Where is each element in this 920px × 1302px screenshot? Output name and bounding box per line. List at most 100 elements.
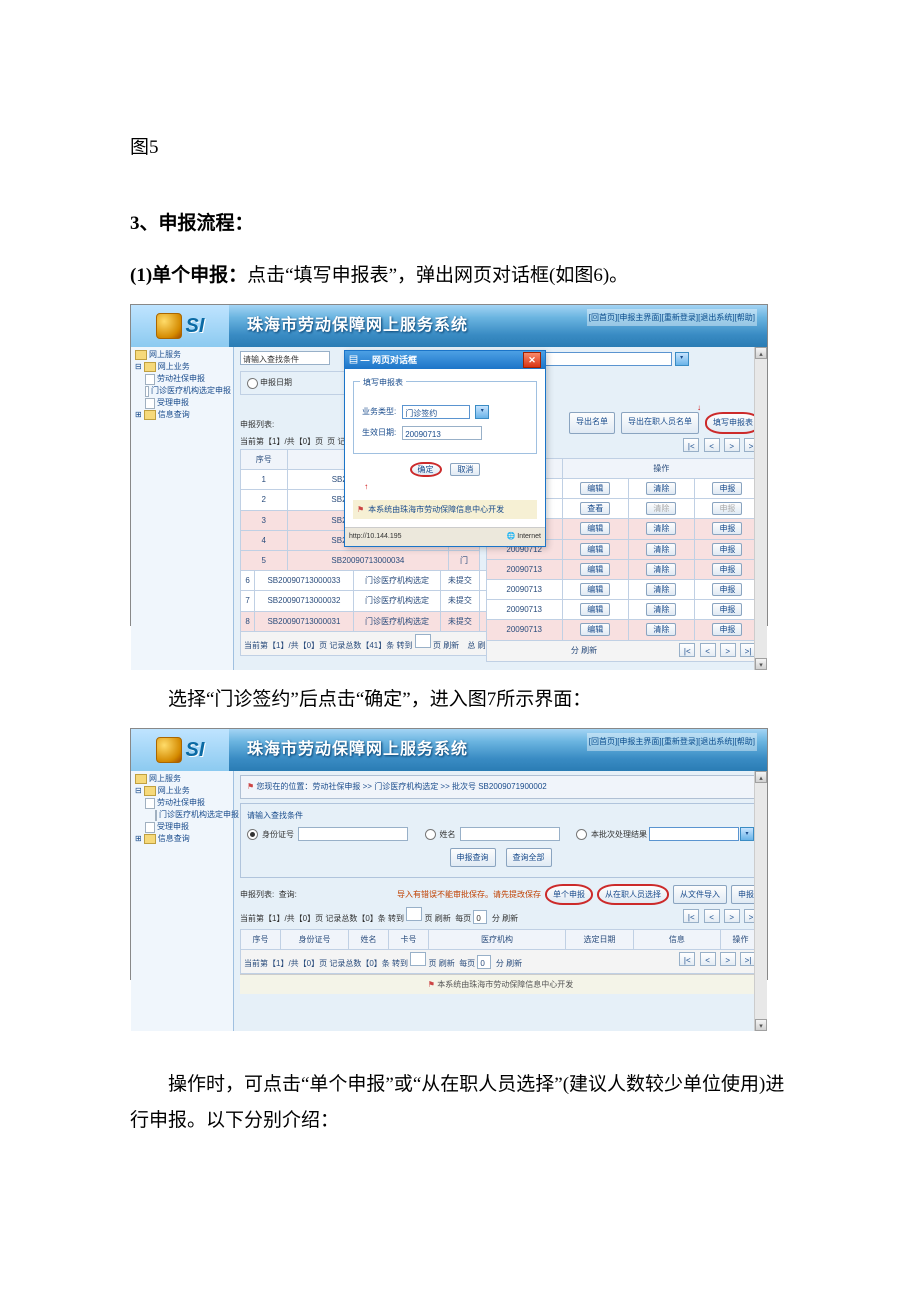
tree-root[interactable]: 网上服务 [133, 349, 231, 361]
apply-button[interactable]: 申报 [712, 522, 742, 535]
query-button[interactable]: 申报查询 [450, 848, 496, 867]
per-page-input[interactable]: 0 [477, 955, 491, 969]
delete-button[interactable]: 清除 [646, 482, 676, 495]
scroll-down-icon[interactable]: ▾ [755, 1019, 767, 1031]
fill-form-button[interactable]: 填写申报表 [705, 412, 761, 433]
tree-item[interactable]: ⊞ 信息查询 [133, 833, 231, 845]
scroll-up-icon[interactable]: ▴ [755, 347, 767, 359]
pager-records: 页 记 [327, 434, 345, 449]
fig5-label: 图5 [130, 130, 790, 166]
apply-button[interactable]: 申报 [712, 543, 742, 556]
goto-page-input[interactable] [410, 952, 426, 966]
tree-item[interactable]: 劳动社保申报 [133, 373, 231, 385]
edit-button[interactable]: 编辑 [580, 583, 610, 596]
edit-button[interactable]: 编辑 [580, 522, 610, 535]
tree-biz[interactable]: ⊟ 网上业务 [133, 785, 231, 797]
pg-next[interactable]: > [724, 909, 740, 923]
pg-first[interactable]: |< [679, 643, 695, 657]
pg-next[interactable]: > [724, 438, 740, 452]
pg-next[interactable]: > [720, 643, 736, 657]
pg-first[interactable]: |< [683, 438, 699, 452]
biz-type-select[interactable]: 门诊签约 [402, 405, 470, 419]
handle-select[interactable] [649, 827, 739, 841]
gen-date-input[interactable]: 20090713 [402, 426, 482, 440]
delete-button[interactable]: 清除 [646, 583, 676, 596]
figure7-screenshot: SI 珠海市劳动保障网上服务系统 [回首页][申报主界面][重新登录][退出系统… [130, 728, 768, 980]
pg-next[interactable]: > [720, 952, 736, 966]
radio-id[interactable] [247, 829, 258, 840]
scroll-up-icon[interactable]: ▴ [755, 771, 767, 783]
query-input[interactable]: 请输入查找条件 [240, 351, 330, 365]
sub-refresh[interactable]: 分 刷新 [571, 646, 597, 655]
refresh-link[interactable]: 刷新 [435, 914, 451, 923]
dialog-cancel-button[interactable]: 取消 [450, 463, 480, 476]
radio-apply-date[interactable] [247, 378, 258, 389]
per-page-input[interactable]: 0 [473, 910, 487, 924]
tree-biz[interactable]: ⊟ 网上业务 [133, 361, 231, 373]
apply-button[interactable]: 申报 [712, 623, 742, 636]
main-pane: 请输入查找条件 申报日期 申报列表: 当前第【1】/共【0】页 页 记 序号申报… [234, 347, 767, 669]
query-all-button[interactable]: 查询全部 [506, 848, 552, 867]
export-staff-button[interactable]: 导出在职人员名单 [621, 412, 699, 433]
col-seq: 序号 [241, 929, 281, 949]
apply-button[interactable]: 申报 [712, 583, 742, 596]
pg-prev[interactable]: < [704, 909, 720, 923]
dialog-ok-button[interactable]: 确定 [410, 462, 442, 477]
radio-name[interactable] [425, 829, 436, 840]
chevron-down-icon[interactable]: ▾ [675, 352, 689, 366]
tree-item[interactable]: 门诊医疗机构选定申报 [133, 809, 231, 821]
tree-item[interactable]: 受理申报 [133, 821, 231, 833]
pg-prev[interactable]: < [700, 952, 716, 966]
chevron-down-icon[interactable]: ▾ [475, 405, 489, 419]
list-title: 申报列表: [240, 890, 274, 899]
pg-prev[interactable]: < [700, 643, 716, 657]
delete-button[interactable]: 清除 [646, 522, 676, 535]
flag-icon: ⚑ [247, 782, 254, 791]
sub-refresh[interactable]: 分 刷新 [496, 959, 522, 968]
pg-prev[interactable]: < [704, 438, 720, 452]
close-icon[interactable]: ✕ [523, 352, 541, 368]
edit-button[interactable]: 编辑 [580, 563, 610, 576]
file-icon [145, 374, 155, 385]
edit-button[interactable]: 编辑 [580, 482, 610, 495]
apply-button[interactable]: 申报 [712, 482, 742, 495]
delete-button[interactable]: 清除 [646, 623, 676, 636]
scrollbar[interactable]: ▴ ▾ [754, 771, 767, 1031]
tree-item[interactable]: 门诊医疗机构选定申报 [133, 385, 231, 397]
tree-item[interactable]: 劳动社保申报 [133, 797, 231, 809]
single-apply-button[interactable]: 单个申报 [545, 884, 593, 905]
table-footer: 当前第【1】/共【0】页 记录总数【0】条 转到 页 刷新 每页 0 分 刷新 … [241, 949, 761, 973]
sub-refresh[interactable]: 分 刷新 [492, 914, 518, 923]
from-file-button[interactable]: 从文件导入 [673, 885, 727, 904]
goto-page-input[interactable] [415, 634, 431, 648]
export-list-button[interactable]: 导出名单 [569, 412, 615, 433]
refresh-link[interactable]: 刷新 [439, 959, 455, 968]
apply-button[interactable]: 申报 [712, 603, 742, 616]
tree-item[interactable]: 受理申报 [133, 397, 231, 409]
tree-root[interactable]: 网上服务 [133, 773, 231, 785]
edit-button[interactable]: 编辑 [580, 543, 610, 556]
edit-button[interactable]: 编辑 [580, 623, 610, 636]
scroll-down-icon[interactable]: ▾ [755, 658, 767, 670]
radio-handle[interactable] [576, 829, 587, 840]
delete-button[interactable]: 清除 [646, 603, 676, 616]
system-footer: ⚑ 本系统由珠海市劳动保障信息中心开发 [240, 974, 761, 994]
pg-first[interactable]: |< [679, 952, 695, 966]
id-input[interactable] [298, 827, 408, 841]
from-staff-button[interactable]: 从在职人员选择 [597, 884, 669, 905]
delete-button[interactable]: 清除 [646, 543, 676, 556]
apply-button[interactable]: 申报 [712, 563, 742, 576]
chevron-down-icon[interactable]: ▾ [740, 827, 754, 841]
delete-button[interactable]: 清除 [646, 563, 676, 576]
name-input[interactable] [460, 827, 560, 841]
edit-button[interactable]: 编辑 [580, 603, 610, 616]
header-nav-links[interactable]: [回首页][申报主界面][重新登录][退出系统][帮助] [587, 733, 757, 750]
tree-item[interactable]: ⊞ 信息查询 [133, 409, 231, 421]
refresh-link[interactable]: 刷新 [443, 641, 459, 650]
header-nav-links[interactable]: [回首页][申报主界面][重新登录][退出系统][帮助] [587, 309, 757, 326]
search-panel: 请输入查找条件 身份证号 姓名 本批次处理结果 ▾ [240, 803, 761, 879]
scrollbar[interactable]: ▴ ▾ [754, 347, 767, 669]
view-button[interactable]: 查看 [580, 502, 610, 515]
pg-first[interactable]: |< [683, 909, 699, 923]
goto-page-input[interactable] [406, 907, 422, 921]
